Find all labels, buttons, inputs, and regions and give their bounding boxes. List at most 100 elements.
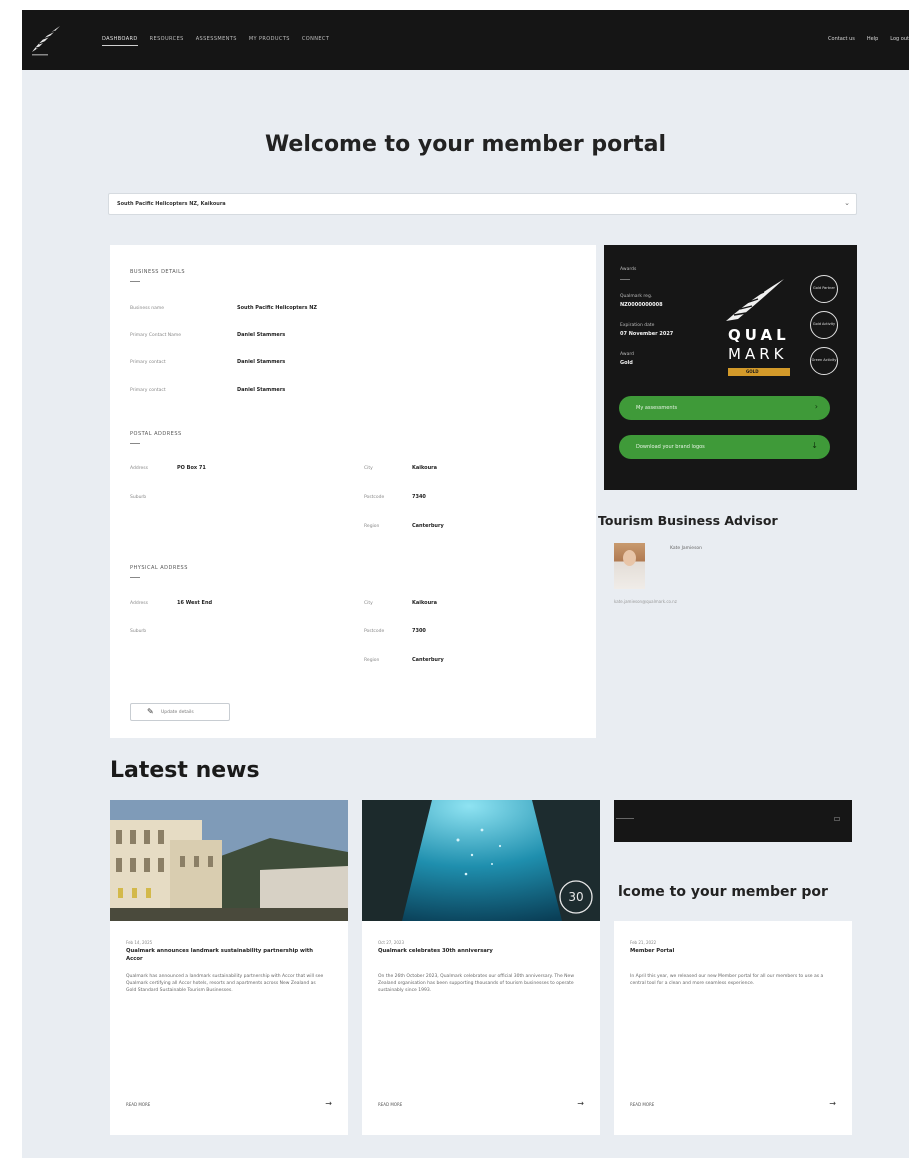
business-details-card: Business details Business name South Pac… [110,245,596,738]
qualmark-logo-bottom: MARK [728,345,788,363]
pencil-icon: ✎ [147,707,154,716]
advisor-email-link[interactable]: kate.jamieson@qualmark.co.nz [614,599,677,604]
news-image: lcome to your member por [614,800,852,921]
news-card[interactable]: 30 Oct 27, 2023 Qualmark celebrates 30th… [362,800,600,1135]
preview-heading: lcome to your member por [618,884,828,900]
postal-suburb-label: Suburb [130,495,147,500]
physical-region-label: Region [364,658,380,663]
divider [130,281,140,282]
physical-region-value: Canterbury [412,657,444,663]
help-link[interactable]: Help [867,36,878,42]
business-select[interactable]: South Pacific Helicopters NZ, Kaikoura ⌄ [108,193,857,215]
silver-fern-icon [726,279,784,321]
news-date: Feb 14, 2025 [126,940,153,945]
nav-dashboard[interactable]: Dashboard [102,36,138,46]
physical-city-label: City [364,601,373,606]
business-details-heading: Business details [130,269,186,275]
physical-address-heading: Physical address [130,565,188,571]
qualmark-card: Awards Qualmark reg. NZ0000000008 Expira… [604,245,857,490]
divider [620,279,630,280]
news-summary: On the 26th October 2023, Qualmark celeb… [378,974,574,993]
chevron-down-icon: ⌄ [844,199,850,207]
postal-address-heading: Postal address [130,431,182,437]
read-more-link[interactable]: Read more [378,1102,402,1107]
update-details-label: Update details [161,710,194,715]
nav-assessments[interactable]: Assessments [196,36,237,46]
update-details-button[interactable]: ✎ Update details [130,703,230,721]
award-label: Award [620,352,634,357]
news-title[interactable]: Member Portal [630,947,830,955]
main-nav: Dashboard Resources Assessments My Produ… [102,36,329,46]
qualmark-number-value: NZ0000000008 [620,302,663,308]
award-badge-icon: Green Activity [810,347,838,375]
news-image [110,800,348,921]
award-badge-icon: Gold Activity [810,311,838,339]
postal-region-label: Region [364,524,380,529]
arrow-right-icon[interactable]: → [325,1099,332,1108]
advisor-name: Kate Jamieson [670,546,703,551]
news-summary: Qualmark has announced a landmark sustai… [126,974,324,993]
page: Dashboard Resources Assessments My Produ… [22,10,909,1158]
my-assessments-button[interactable]: My assessments › [619,396,830,420]
nav-resources[interactable]: Resources [150,36,184,46]
primary-contact-value: Daniel Stammers [237,387,286,393]
page-title: Welcome to your member portal [264,132,667,157]
awards-heading: Awards [620,267,637,272]
postal-address-label: Address [130,466,148,471]
svg-text:30: 30 [568,890,583,904]
advisor-avatar [614,543,645,589]
qualmark-logo-top: QUAL [728,326,790,344]
physical-suburb-label: Suburb [130,629,147,634]
my-assessments-label: My assessments [636,405,678,411]
award-value: Gold [620,360,633,366]
nav-my-products[interactable]: My Products [249,36,290,46]
news-image: 30 [362,800,600,921]
postal-city-label: City [364,466,373,471]
arrow-right-icon[interactable]: → [829,1099,836,1108]
expiry-value: 07 November 2027 [620,331,674,337]
download-icon: ↓ [811,441,818,450]
contact-us-link[interactable]: Contact us [828,36,855,42]
news-summary: In April this year, we released our new … [630,974,824,986]
news-date: Oct 27, 2023 [378,940,404,945]
log-out-link[interactable]: Log out [890,36,909,42]
fern-logo-icon[interactable] [30,22,62,58]
postal-city-value: Kaikoura [412,465,437,471]
latest-news-heading: Latest news [110,758,260,783]
physical-address-value: 16 West End [177,600,213,606]
physical-address-label: Address [130,601,148,606]
news-date: Feb 21, 2022 [630,940,657,945]
top-navbar: Dashboard Resources Assessments My Produ… [22,10,909,70]
business-name-label: Business name [130,306,165,311]
award-badge-icon: Gold Partner [810,275,838,303]
primary-contact-name-label: Primary Contact Name [130,333,182,338]
utility-nav: Contact us Help Log out [828,36,909,42]
news-card[interactable]: Feb 14, 2025 Qualmark announces landmark… [110,800,348,1135]
primary-contact-name-value: Daniel Stammers [237,332,286,338]
primary-contact-value: Daniel Stammers [237,359,286,365]
gold-tier-label: GOLD [746,369,759,374]
arrow-right-icon[interactable]: → [577,1099,584,1108]
physical-postcode-value: 7300 [412,628,426,634]
business-name-value: South Pacific Helicopters NZ [237,305,318,311]
read-more-link[interactable]: Read more [126,1102,150,1107]
divider [130,577,140,578]
download-logos-label: Download your brand logos [636,444,705,450]
divider [130,443,140,444]
download-logos-button[interactable]: Download your brand logos ↓ [619,435,830,459]
postal-region-value: Canterbury [412,523,444,529]
arrow-right-icon: › [814,402,818,411]
postal-address-value: PO Box 71 [177,465,206,471]
postal-postcode-label: Postcode [364,495,385,500]
advisor-heading: Tourism Business Advisor [598,513,778,528]
news-title[interactable]: Qualmark announces landmark sustainabili… [126,947,326,963]
expiry-label: Expiration date [620,323,655,328]
primary-contact-label: Primary contact [130,360,166,365]
primary-contact-label: Primary contact [130,388,166,393]
read-more-link[interactable]: Read more [630,1102,654,1107]
news-title[interactable]: Qualmark celebrates 30th anniversary [378,947,578,955]
physical-city-value: Kaikoura [412,600,437,606]
nav-connect[interactable]: Connect [302,36,329,46]
news-card[interactable]: lcome to your member por Feb 21, 2022 Me… [614,800,852,1135]
qualmark-number-label: Qualmark reg. [620,294,653,299]
